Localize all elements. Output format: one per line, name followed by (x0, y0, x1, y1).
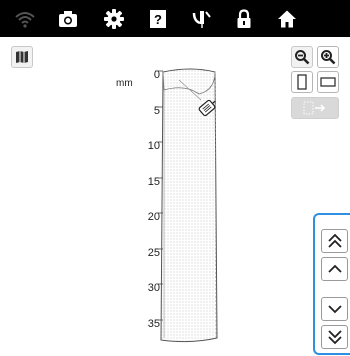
top-toolbar: ? (0, 0, 350, 37)
zoom-out-icon (295, 50, 310, 65)
chevron-down-icon (327, 305, 342, 314)
lock-button[interactable] (224, 0, 264, 37)
embroidery-edit-screen: ? mm 0 5 10 15 20 25 30 35 (0, 0, 350, 356)
portrait-frame-button[interactable] (291, 71, 313, 93)
zoom-in-button[interactable] (317, 46, 339, 68)
wifi-button[interactable] (5, 0, 45, 37)
embroidery-preview (155, 68, 218, 343)
settings-button[interactable] (94, 0, 134, 37)
wifi-icon (15, 11, 35, 28)
scan-move-button[interactable] (291, 97, 339, 119)
needle-button[interactable] (182, 0, 222, 37)
help-button[interactable]: ? (138, 0, 178, 37)
landscape-frame-button[interactable] (317, 71, 339, 93)
zoom-in-icon (321, 50, 336, 65)
home-button[interactable] (267, 0, 307, 37)
map-icon (16, 51, 28, 63)
pattern-map-button[interactable] (11, 46, 33, 68)
scroll-top-button[interactable] (321, 229, 348, 253)
camera-icon (59, 10, 77, 27)
help-icon: ? (150, 9, 166, 28)
zoom-out-button[interactable] (291, 46, 313, 68)
landscape-frame-icon (320, 77, 336, 87)
scroll-control-panel (313, 213, 350, 355)
double-chevron-up-icon (327, 233, 342, 248)
camera-button[interactable] (48, 0, 88, 37)
gear-icon (104, 8, 124, 29)
double-chevron-down-icon (327, 330, 342, 345)
scan-move-icon (303, 101, 326, 115)
svg-text:?: ? (154, 12, 162, 27)
portrait-frame-icon (297, 74, 307, 90)
chevron-up-icon (327, 264, 342, 273)
needle-icon (192, 10, 211, 28)
scroll-bottom-button[interactable] (321, 325, 348, 349)
home-icon (278, 10, 296, 27)
lock-icon (237, 8, 251, 28)
scroll-up-button[interactable] (321, 257, 348, 281)
scroll-down-button[interactable] (321, 297, 348, 321)
